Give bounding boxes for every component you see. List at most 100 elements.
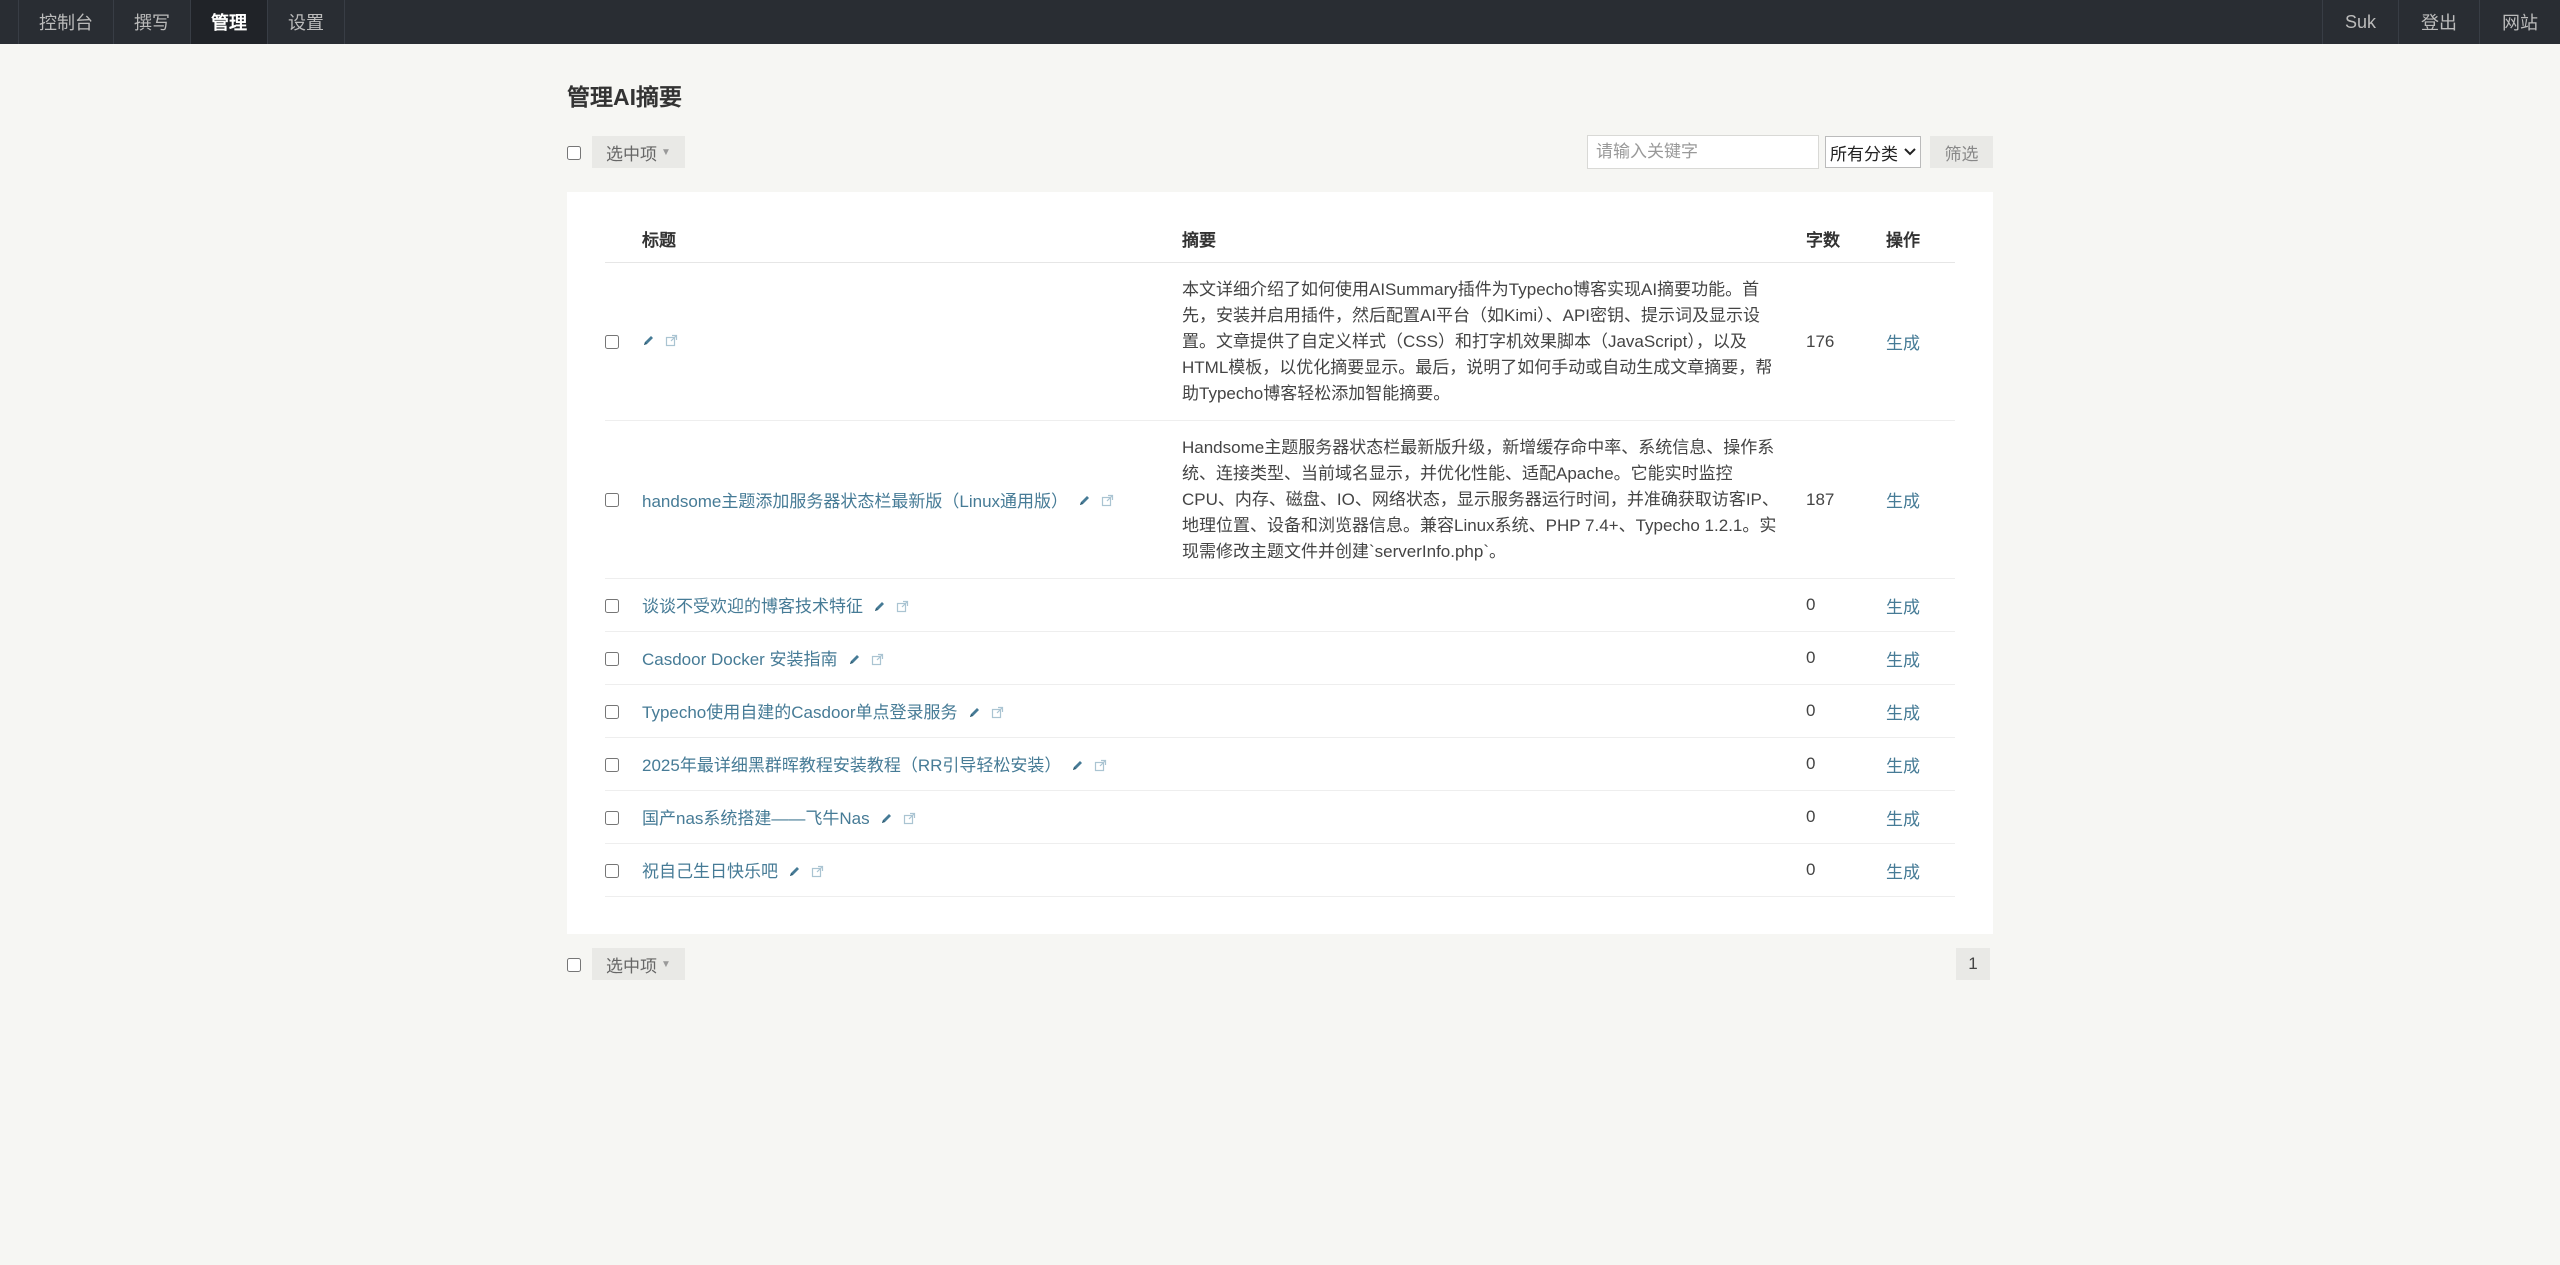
page-title: 管理AI摘要 <box>567 84 682 110</box>
select-all-checkbox-bottom[interactable] <box>567 958 581 972</box>
row-title-cell: 谈谈不受欢迎的博客技术特征 <box>642 578 1182 632</box>
row-checkbox[interactable] <box>605 598 619 613</box>
external-link-icon[interactable] <box>991 704 1004 724</box>
table-row: Typecho使用自建的Casdoor单点登录服务 0 生成 <box>605 684 1955 738</box>
row-action-cell: 生成 <box>1886 420 1955 579</box>
table-row: 国产nas系统搭建——飞牛Nas 0 生成 <box>605 790 1955 844</box>
row-action-cell: 生成 <box>1886 262 1955 421</box>
table-header-row: 标题 摘要 字数 操作 <box>605 214 1955 263</box>
nav-logout[interactable]: 登出 <box>2398 0 2479 44</box>
row-checkbox[interactable] <box>605 810 619 825</box>
row-title-cell: 国产nas系统搭建——飞牛Nas <box>642 790 1182 844</box>
edit-pencil-icon[interactable] <box>873 598 886 618</box>
row-checkbox-cell <box>605 843 642 897</box>
edit-pencil-icon[interactable] <box>1071 757 1084 777</box>
row-checkbox-cell <box>605 790 642 844</box>
external-link-icon[interactable] <box>903 810 916 830</box>
post-title-link[interactable]: Casdoor Docker 安装指南 <box>642 650 838 669</box>
caret-down-icon: ▼ <box>661 146 671 158</box>
row-checkbox[interactable] <box>605 493 619 508</box>
post-title-link[interactable]: handsome主题添加服务器状态栏最新版（Linux通用版） <box>642 492 1068 511</box>
edit-pencil-icon[interactable] <box>880 810 893 830</box>
generate-link[interactable]: 生成 <box>1886 810 1920 829</box>
row-checkbox-cell <box>605 737 642 791</box>
nav-site[interactable]: 网站 <box>2479 0 2560 44</box>
edit-pencil-icon[interactable] <box>968 704 981 724</box>
edit-pencil-icon[interactable] <box>788 863 801 883</box>
external-link-icon[interactable] <box>871 651 884 671</box>
row-checkbox[interactable] <box>605 863 619 878</box>
header-count: 字数 <box>1806 214 1886 263</box>
caret-down-icon: ▼ <box>661 958 671 970</box>
post-title-link[interactable]: 国产nas系统搭建——飞牛Nas <box>642 809 870 828</box>
row-summary-cell <box>1182 684 1806 738</box>
selected-items-dropdown-bottom[interactable]: 选中项 ▼ <box>592 948 685 980</box>
row-checkbox-cell <box>605 631 642 685</box>
row-title-cell: handsome主题添加服务器状态栏最新版（Linux通用版） <box>642 420 1182 579</box>
word-count: 0 <box>1806 578 1886 632</box>
generate-link[interactable]: 生成 <box>1886 334 1920 353</box>
row-checkbox-cell <box>605 578 642 632</box>
external-link-icon[interactable] <box>1101 492 1114 512</box>
generate-link[interactable]: 生成 <box>1886 492 1920 511</box>
row-summary-cell <box>1182 843 1806 897</box>
external-link-icon[interactable] <box>811 863 824 883</box>
top-toolbar: 选中项 ▼ 所有分类 筛选 <box>567 132 1993 172</box>
post-title-link[interactable]: 谈谈不受欢迎的博客技术特征 <box>642 597 863 616</box>
row-checkbox[interactable] <box>605 704 619 719</box>
row-title-cell: 祝自己生日快乐吧 <box>642 843 1182 897</box>
word-count: 0 <box>1806 843 1886 897</box>
row-title-cell: Typecho使用自建的Casdoor单点登录服务 <box>642 684 1182 738</box>
row-summary-cell <box>1182 737 1806 791</box>
generate-link[interactable]: 生成 <box>1886 704 1920 723</box>
external-link-icon[interactable] <box>665 332 678 352</box>
table-row: 谈谈不受欢迎的博客技术特征 0 生成 <box>605 578 1955 632</box>
post-title-link[interactable]: 2025年最详细黑群晖教程安装教程（RR引导轻松安装） <box>642 756 1061 775</box>
edit-pencil-icon[interactable] <box>848 651 861 671</box>
word-count: 0 <box>1806 790 1886 844</box>
row-checkbox-cell <box>605 684 642 738</box>
word-count: 176 <box>1806 262 1886 421</box>
select-all-checkbox[interactable] <box>567 146 581 160</box>
nav-settings[interactable]: 设置 <box>268 0 345 44</box>
main-content: 管理AI摘要 选中项 ▼ 所有分类 筛选 标题 摘要 字数 操作 本文详 <box>567 44 1993 980</box>
edit-pencil-icon[interactable] <box>1078 492 1091 512</box>
post-title-link[interactable]: Typecho使用自建的Casdoor单点登录服务 <box>642 703 958 722</box>
row-action-cell: 生成 <box>1886 843 1955 897</box>
generate-link[interactable]: 生成 <box>1886 863 1920 882</box>
top-nav-bar: 控制台 撰写 管理 设置 Suk 登出 网站 <box>0 0 2560 44</box>
pagination-page[interactable]: 1 <box>1956 948 1990 980</box>
nav-manage[interactable]: 管理 <box>191 0 268 44</box>
word-count: 0 <box>1806 631 1886 685</box>
generate-link[interactable]: 生成 <box>1886 651 1920 670</box>
nav-dashboard[interactable]: 控制台 <box>18 0 114 44</box>
category-select[interactable]: 所有分类 <box>1825 136 1921 168</box>
edit-pencil-icon[interactable] <box>642 332 655 352</box>
row-action-cell: 生成 <box>1886 684 1955 738</box>
word-count: 0 <box>1806 684 1886 738</box>
row-checkbox[interactable] <box>605 651 619 666</box>
table-row: handsome主题添加服务器状态栏最新版（Linux通用版） Handsome主… <box>605 420 1955 579</box>
nav-user[interactable]: Suk <box>2321 0 2398 44</box>
external-link-icon[interactable] <box>1094 757 1107 777</box>
summary-table-panel: 标题 摘要 字数 操作 本文详细介绍了如何使用AISummary插件为Typec… <box>567 192 1993 934</box>
table-row: 本文详细介绍了如何使用AISummary插件为Typecho博客实现AI摘要功能… <box>605 262 1955 421</box>
generate-link[interactable]: 生成 <box>1886 757 1920 776</box>
row-checkbox[interactable] <box>605 757 619 772</box>
search-input[interactable] <box>1587 135 1819 169</box>
selected-items-dropdown[interactable]: 选中项 ▼ <box>592 136 685 168</box>
table-row: 祝自己生日快乐吧 0 生成 <box>605 843 1955 897</box>
filter-button[interactable]: 筛选 <box>1930 136 1993 168</box>
summary-table: 标题 摘要 字数 操作 本文详细介绍了如何使用AISummary插件为Typec… <box>605 214 1955 897</box>
row-title-cell: Casdoor Docker 安装指南 <box>642 631 1182 685</box>
row-checkbox[interactable] <box>605 335 619 350</box>
nav-write[interactable]: 撰写 <box>114 0 191 44</box>
post-title-link[interactable]: 祝自己生日快乐吧 <box>642 862 778 881</box>
row-title-cell: 2025年最详细黑群晖教程安装教程（RR引导轻松安装） <box>642 737 1182 791</box>
header-checkbox-col <box>605 214 642 263</box>
generate-link[interactable]: 生成 <box>1886 598 1920 617</box>
nav-left: 控制台 撰写 管理 设置 <box>0 0 345 44</box>
external-link-icon[interactable] <box>896 598 909 618</box>
selected-items-label-bottom: 选中项 <box>606 956 657 976</box>
header-summary: 摘要 <box>1182 214 1806 263</box>
